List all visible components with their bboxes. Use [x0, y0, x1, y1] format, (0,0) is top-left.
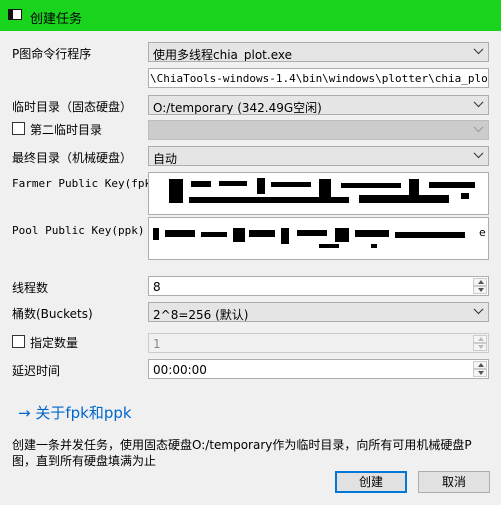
chevron-down-icon [473, 304, 484, 315]
spin-down-icon[interactable] [473, 286, 487, 294]
spin-up-icon[interactable] [473, 361, 487, 369]
redaction-block [371, 244, 377, 248]
redaction-block [271, 182, 311, 187]
pool-key-input[interactable]: e [148, 217, 489, 260]
redaction-block [233, 228, 245, 242]
delay-timeedit[interactable]: 00:00:00 [148, 359, 489, 379]
buckets-selected: 2^8=256 (默认) [153, 308, 249, 322]
temp2-label: 第二临时目录 [30, 123, 103, 137]
plotter-path: \ChiaTools-windows-1.4\bin\windows\plott… [150, 72, 489, 85]
temp-dir-select[interactable]: O:/temporary (342.49G空闲) [148, 95, 489, 115]
fpk-ppk-help-link[interactable]: → 关于fpk和ppk [18, 402, 132, 423]
chevron-down-icon [473, 148, 484, 159]
spin-down-icon[interactable] [473, 369, 487, 377]
redaction-block [395, 232, 465, 238]
redaction-block [319, 244, 339, 248]
temp-dir-label: 临时目录（固态硬盘） [12, 100, 133, 114]
arrow-right-icon: → [18, 404, 31, 422]
delay-value: 00:00:00 [153, 363, 207, 377]
chevron-down-icon [473, 97, 484, 108]
redaction-block [249, 230, 275, 237]
redaction-block [257, 178, 265, 194]
spin-down-icon[interactable] [473, 343, 487, 351]
create-button[interactable]: 创建 [335, 471, 407, 493]
window-title: 创建任务 [30, 12, 83, 27]
buckets-select[interactable]: 2^8=256 (默认) [148, 302, 489, 322]
cancel-button[interactable]: 取消 [418, 471, 490, 493]
plotter-select[interactable]: 使用多线程chia_plot.exe [148, 42, 489, 62]
plotter-selected: 使用多线程chia_plot.exe [153, 48, 292, 62]
task-description: 创建一条并发任务，使用固态硬盘O:/temporary作为临时目录，向所有可用机… [12, 438, 472, 468]
title-bar: 创建任务 [0, 0, 501, 31]
count-spinbox[interactable]: 1 [148, 333, 489, 353]
redaction-block [355, 230, 389, 237]
final-dir-select[interactable]: 自动 [148, 146, 489, 166]
final-dir-selected: 自动 [153, 152, 178, 166]
farmer-key-label: Farmer Public Key(fpk) [12, 177, 158, 190]
chevron-down-icon [473, 44, 484, 55]
redaction-block [219, 181, 247, 186]
redaction-block [341, 183, 401, 188]
farmer-key-input[interactable] [148, 172, 489, 215]
threads-value: 8 [153, 280, 161, 294]
spin-buttons[interactable] [473, 361, 487, 377]
redaction-block [359, 195, 449, 203]
redaction-block [461, 193, 469, 199]
final-dir-label: 最终目录（机械硬盘） [12, 151, 133, 165]
redaction-block [201, 232, 227, 237]
count-checkbox[interactable] [12, 335, 25, 348]
spin-buttons[interactable] [473, 335, 487, 351]
buckets-label: 桶数(Buckets) [12, 307, 93, 321]
pool-key-label: Pool Public Key(ppk) [12, 224, 145, 237]
redaction-block [191, 181, 211, 187]
delay-label: 延迟时间 [12, 364, 61, 378]
redaction-block [165, 230, 195, 237]
plotter-label: P图命令行程序 [12, 47, 92, 61]
redaction-block [153, 228, 159, 240]
temp2-select[interactable] [148, 120, 489, 140]
redaction-block [297, 230, 327, 236]
temp-dir-selected: O:/temporary (342.49G空闲) [153, 101, 322, 115]
pool-key-tail: e [479, 226, 486, 239]
spin-up-icon[interactable] [473, 335, 487, 343]
temp2-checkbox[interactable] [12, 122, 25, 135]
redaction-block [169, 179, 183, 203]
help-link-text: 关于fpk和ppk [35, 404, 132, 422]
chevron-down-icon [473, 122, 484, 133]
count-label: 指定数量 [30, 336, 79, 350]
window-icon [8, 9, 22, 20]
spin-up-icon[interactable] [473, 278, 487, 286]
redaction-block [429, 182, 475, 188]
count-value: 1 [153, 337, 161, 351]
plotter-path-field[interactable]: \ChiaTools-windows-1.4\bin\windows\plott… [148, 68, 489, 88]
threads-spinbox[interactable]: 8 [148, 276, 489, 296]
redaction-block [189, 197, 349, 203]
spin-buttons[interactable] [473, 278, 487, 294]
redaction-block [335, 228, 349, 242]
threads-label: 线程数 [12, 281, 49, 295]
redaction-block [281, 228, 289, 244]
